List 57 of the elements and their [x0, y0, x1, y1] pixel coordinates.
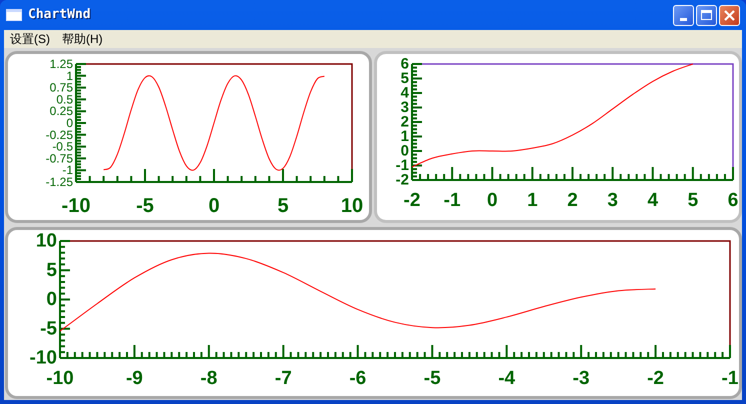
tick-label: 3	[400, 99, 409, 116]
tick-label: 4	[647, 190, 658, 211]
tick-label: 10	[340, 195, 364, 217]
tick-label: 1	[66, 68, 73, 83]
menu-item[interactable]: 设置(S)	[4, 30, 56, 48]
menu-item[interactable]: 帮助(H)	[56, 30, 109, 48]
tick-label: -3	[572, 368, 590, 389]
tick-label: -2	[404, 190, 420, 211]
tick-label: 0	[208, 195, 220, 217]
tick-label: -0.75	[46, 151, 73, 166]
window-title: ChartWnd	[28, 6, 91, 24]
tick-label: 5	[46, 260, 57, 281]
tick-label: 5	[277, 195, 289, 217]
tick-label: 6	[728, 190, 738, 211]
tick-label: -2	[647, 368, 664, 389]
tick-label: -1	[396, 157, 409, 174]
tick-label: 10	[36, 230, 57, 252]
tick-label: 6	[400, 56, 409, 72]
tick-label: -0.5	[52, 140, 73, 154]
tick-label: -2	[396, 172, 409, 188]
tick-label: -7	[274, 368, 292, 389]
tick-label: -9	[126, 368, 143, 389]
tick-label: 0	[66, 116, 73, 130]
minimize-button[interactable]	[673, 4, 694, 26]
tick-label: -8	[200, 368, 218, 389]
close-button[interactable]	[719, 4, 740, 26]
tick-label: -10	[30, 348, 57, 368]
tick-label: -5	[136, 195, 154, 217]
tick-label: 1	[527, 190, 538, 211]
tick-label: -6	[349, 368, 366, 389]
close-icon	[724, 10, 735, 20]
tick-label: 3	[607, 190, 618, 211]
maximize-button[interactable]	[696, 4, 717, 26]
tick-label: 5	[400, 70, 409, 87]
tick-label: 2	[567, 190, 578, 211]
tick-label: -1	[722, 368, 738, 389]
tick-label: 1	[400, 128, 409, 145]
tick-label: 0.25	[50, 104, 73, 118]
tick-label: -1	[62, 163, 73, 178]
tick-label: -4	[498, 368, 516, 389]
tick-label: -10	[46, 368, 74, 389]
tick-label: -10	[62, 195, 90, 217]
tick-label: 0	[486, 190, 498, 211]
tick-label: 1.25	[50, 57, 73, 71]
tick-label: 4	[400, 84, 409, 102]
tick-label: 2	[400, 114, 409, 130]
tick-label: 0	[46, 289, 57, 310]
tick-label: -0.25	[46, 128, 73, 142]
tick-label: 0.5	[56, 92, 73, 106]
tick-label: -1	[444, 190, 461, 211]
tick-label: 0	[400, 142, 409, 160]
tick-label: -1.25	[46, 175, 73, 189]
window-app-icon	[6, 9, 22, 21]
tick-label: 0.75	[50, 80, 73, 95]
tick-label: -5	[424, 368, 441, 389]
tick-label: -5	[40, 318, 57, 340]
tick-label: 5	[688, 190, 698, 211]
